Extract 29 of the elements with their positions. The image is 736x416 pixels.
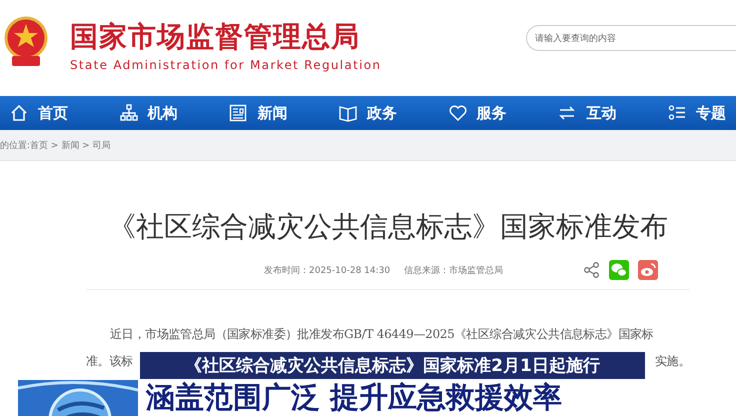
article-title: 《社区综合减灾公共信息标志》国家标准发布: [107, 209, 669, 245]
org-chart-icon[interactable]: [120, 104, 138, 122]
nav-link[interactable]: 专题: [696, 104, 726, 122]
house-icon[interactable]: [10, 104, 28, 122]
arrows-icon[interactable]: [558, 104, 576, 122]
open-book-icon[interactable]: [338, 104, 357, 122]
newspaper-icon[interactable]: [229, 104, 248, 122]
emblem-icon: [4, 16, 48, 68]
publish-time: 发布时间：2025-10-28 14:30: [264, 264, 390, 276]
nav-link[interactable]: 机构: [148, 104, 178, 122]
heart-icon[interactable]: [448, 104, 467, 122]
site-name: 国家市场监督管理总局: [70, 19, 361, 55]
nav-link[interactable]: 首页: [38, 104, 68, 122]
paragraph-line: 准。该标: [86, 353, 133, 370]
search-field[interactable]: 请输入要查询的内容: [526, 25, 736, 51]
info-source: 信息来源：市场监管总局: [404, 264, 504, 276]
caption-headline: 涵盖范围广泛 提升应急救援效率: [146, 378, 562, 416]
nav-link[interactable]: 政务: [366, 104, 397, 122]
breadcrumb: 的位置:首页 > 新闻 > 司局: [0, 140, 111, 152]
nav-link[interactable]: 服务: [476, 104, 507, 122]
list-icon[interactable]: [668, 104, 686, 122]
nav-link[interactable]: 新闻: [257, 104, 288, 122]
nav-link[interactable]: 互动: [586, 104, 616, 122]
site-name-english: State Administration for Market Regulation: [70, 58, 382, 72]
paragraph-line: 近日，市场监管总局（国家标准委）批准发布GB/T 46449—2025《社区综合减灾公共信息标志》国家标: [109, 326, 654, 343]
eye-logo-icon[interactable]: [638, 260, 658, 280]
paragraph-line: 实施。: [654, 353, 690, 370]
share-icon[interactable]: [583, 261, 600, 279]
caption-subtitle: 《社区综合减灾公共信息标志》国家标准2月1日起施行: [140, 352, 645, 379]
